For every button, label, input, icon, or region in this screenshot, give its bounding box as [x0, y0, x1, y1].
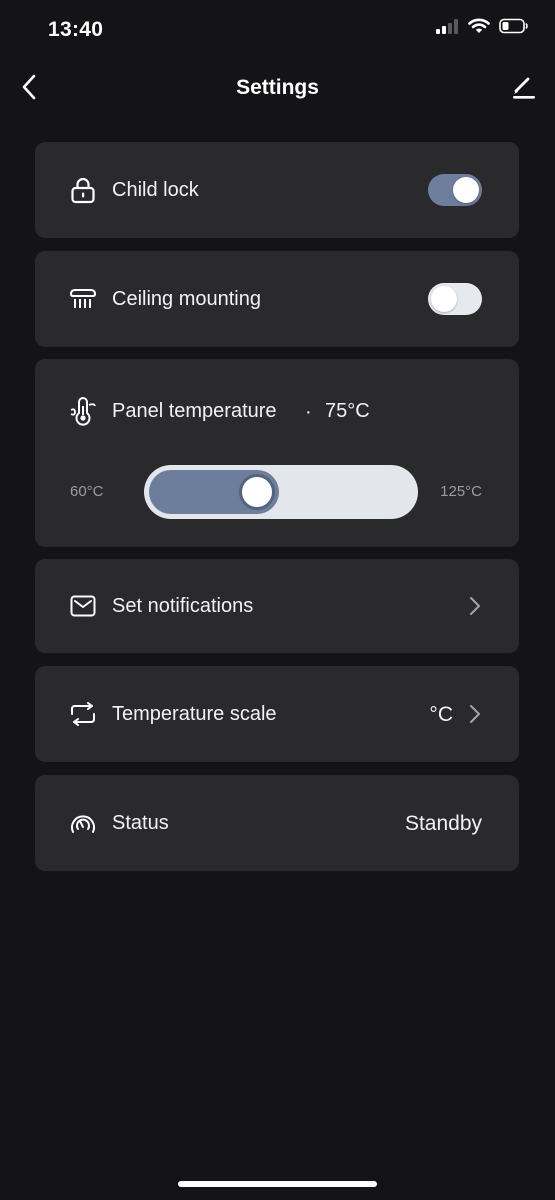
ceiling-heater-icon: [69, 285, 97, 313]
chevron-right-icon[interactable]: [468, 595, 482, 617]
temperature-scale-row[interactable]: Temperature scale °C: [35, 666, 519, 762]
temperature-scale-value: °C: [429, 703, 453, 726]
chevron-right-icon[interactable]: [468, 703, 482, 725]
panel-temperature-label: Panel temperature: [112, 400, 277, 422]
status-row: Status Standby: [35, 775, 519, 871]
slider-min-label: 60°C: [70, 483, 104, 500]
status-bar: 13:40: [0, 0, 555, 60]
envelope-icon: [69, 592, 97, 620]
panel-temperature-row: Panel temperature · 75°C 60°C 125°C: [35, 359, 519, 547]
thermometer-icon: [69, 397, 97, 426]
set-notifications-row[interactable]: Set notifications: [35, 559, 519, 653]
lock-icon: [69, 176, 97, 204]
panel-temperature-slider[interactable]: [144, 465, 418, 519]
home-indicator: [178, 1181, 377, 1187]
status-time: 13:40: [48, 18, 104, 41]
header: Settings: [0, 60, 555, 118]
set-notifications-label: Set notifications: [112, 595, 254, 617]
slider-knob[interactable]: [239, 474, 276, 510]
child-lock-row: Child lock: [35, 142, 519, 238]
pencil-icon: [511, 74, 537, 105]
child-lock-label: Child lock: [112, 179, 199, 201]
temperature-scale-label: Temperature scale: [112, 703, 277, 725]
ceiling-mounting-toggle[interactable]: [428, 283, 482, 315]
gauge-icon: [69, 809, 97, 837]
status-icons: [435, 18, 529, 39]
battery-icon: [499, 18, 529, 39]
panel-temperature-value: 75°C: [325, 400, 370, 422]
page-title: Settings: [236, 76, 319, 99]
child-lock-toggle[interactable]: [428, 174, 482, 206]
status-value: Standby: [404, 812, 482, 835]
ceiling-mounting-row: Ceiling mounting: [35, 251, 519, 347]
toggle-knob: [431, 286, 457, 312]
edit-button[interactable]: [507, 72, 541, 106]
slider-max-label: 125°C: [440, 483, 482, 500]
ceiling-mounting-label: Ceiling mounting: [112, 288, 261, 310]
toggle-knob: [453, 177, 479, 203]
title-separator: ·: [305, 401, 312, 423]
swap-icon: [69, 700, 97, 728]
wifi-icon: [468, 18, 490, 39]
status-label: Status: [112, 812, 169, 834]
signal-icon: [435, 18, 459, 39]
